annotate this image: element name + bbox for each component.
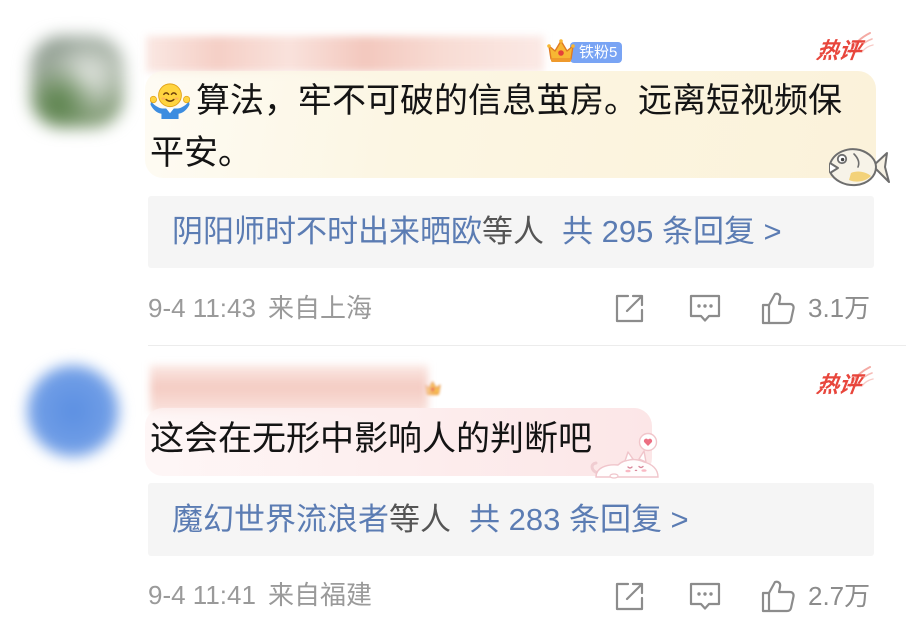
comment-icon [689, 294, 721, 322]
comment-button[interactable] [688, 292, 722, 324]
comment-text-body: 这会在无形中影响人的判断吧 [150, 420, 592, 458]
hot-comment-tag: 热评 [814, 30, 874, 66]
like-button[interactable]: 3.1万 [760, 288, 888, 328]
comment-meta: 9-4 11:41 来自福建 [148, 580, 372, 610]
crown-icon [547, 39, 575, 62]
replies-summary[interactable]: 魔幻世界流浪者等人共 283 条回复 > [148, 483, 874, 556]
reply-count: 共 295 条回复 > [562, 214, 782, 249]
comment-actions: 2.7万 [600, 576, 890, 616]
avatar[interactable] [30, 36, 124, 128]
fan-badge-label: 铁粉5 [570, 42, 623, 63]
share-icon [615, 582, 644, 611]
username[interactable] [146, 36, 544, 72]
comment-item: 热评 这会在无形中影响人的判断吧 魔幻世界流浪者等人共 283 条回复 > 9-… [0, 345, 906, 617]
like-count: 2.7万 [808, 581, 871, 611]
comment-text: 这会在无形中影响人的判断吧 [150, 411, 650, 467]
comment-list: 铁粉5 热评 算法，牢不可破的信息茧房。远离短视频保平安。 阴阳师时不时出来晒欧… [0, 0, 906, 617]
share-button[interactable] [613, 291, 647, 325]
comment-time: 9-4 11:43 [148, 293, 256, 323]
reply-users-suffix: 等人 [389, 502, 451, 537]
hot-tag-label: 热评 [815, 372, 863, 397]
comment-text: 算法，牢不可破的信息茧房。远离短视频保平安。 [150, 75, 862, 179]
comment-location: 来自上海 [267, 293, 372, 323]
fan-badge[interactable]: 铁粉5 [546, 36, 628, 64]
comment-text-body: 算法，牢不可破的信息茧房。远离短视频保平安。 [150, 82, 842, 172]
like-count: 3.1万 [808, 293, 871, 323]
like-icon [761, 292, 795, 325]
replies-summary[interactable]: 阴阳师时不时出来晒欧等人共 295 条回复 > [148, 196, 874, 268]
hot-tag-label: 热评 [815, 38, 863, 63]
shrug-emoji-icon [150, 81, 190, 119]
like-icon [761, 580, 795, 613]
comment-actions: 3.1万 [600, 288, 890, 328]
comment-meta: 9-4 11:43 来自上海 [148, 293, 372, 323]
share-button[interactable] [613, 579, 647, 613]
avatar[interactable] [27, 365, 119, 457]
comment-icon [689, 582, 721, 610]
comment-location: 来自福建 [267, 580, 372, 610]
reply-users-suffix: 等人 [482, 214, 544, 249]
reply-count: 共 283 条回复 > [469, 502, 689, 537]
share-icon [615, 294, 644, 323]
hot-comment-tag: 热评 [814, 364, 874, 400]
comment-item: 铁粉5 热评 算法，牢不可破的信息茧房。远离短视频保平安。 阴阳师时不时出来晒欧… [0, 0, 906, 345]
comment-button[interactable] [688, 580, 722, 612]
reply-users: 魔幻世界流浪者 [172, 502, 389, 537]
comment-time: 9-4 11:41 [148, 580, 256, 610]
username[interactable] [150, 365, 428, 413]
like-button[interactable]: 2.7万 [760, 576, 888, 616]
reply-users: 阴阳师时不时出来晒欧 [172, 214, 482, 249]
